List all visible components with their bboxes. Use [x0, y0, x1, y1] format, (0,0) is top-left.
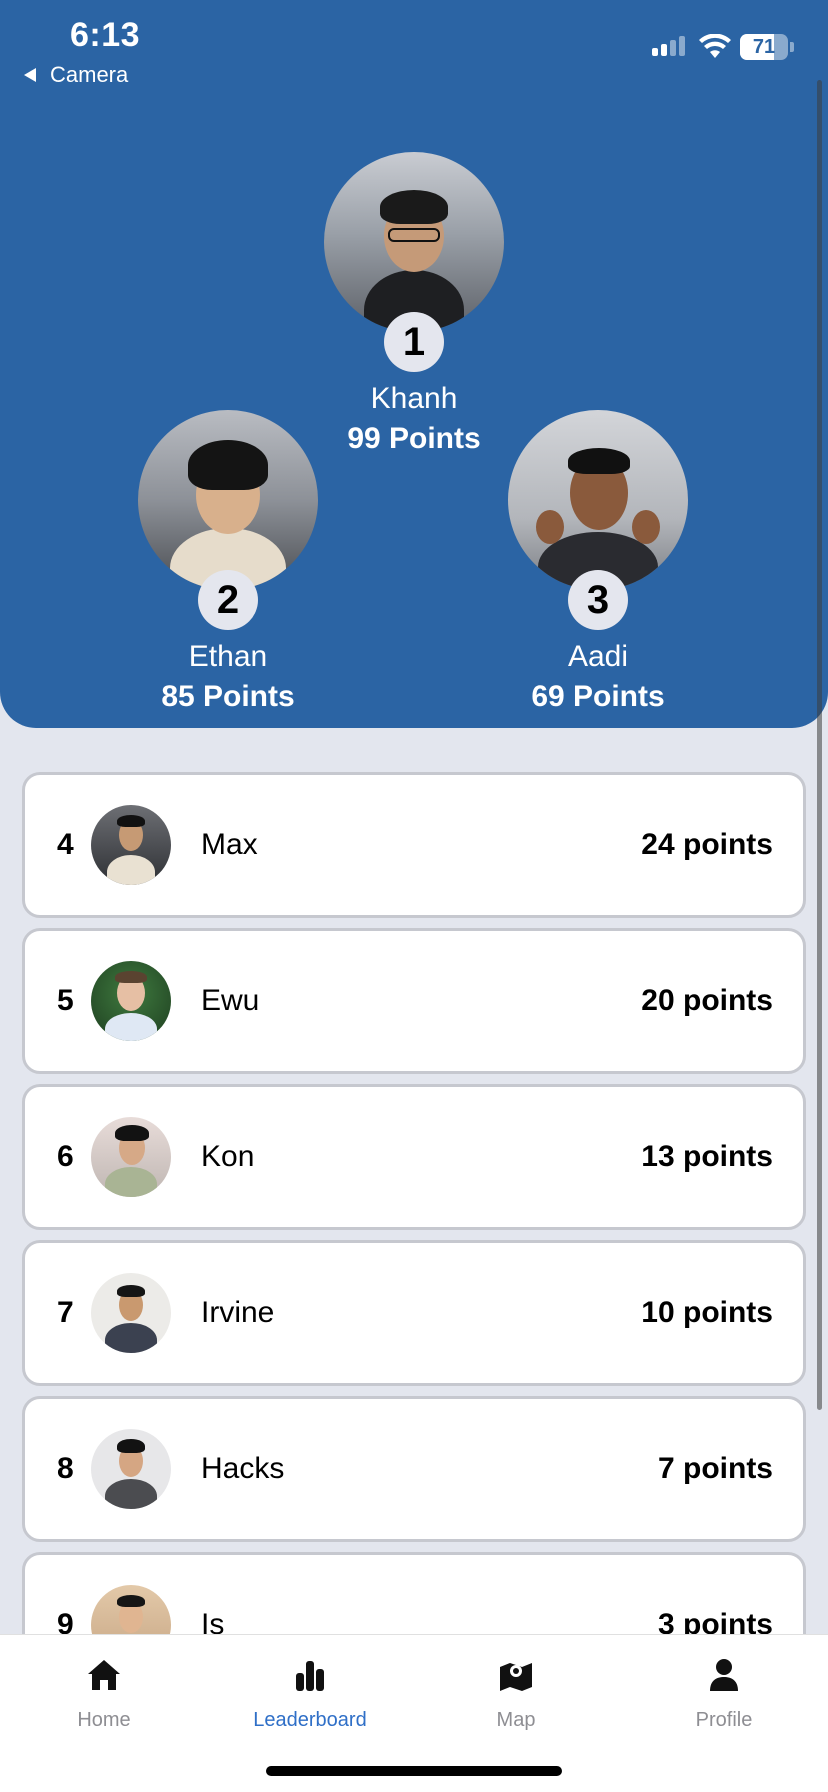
tab-label: Leaderboard: [253, 1709, 367, 1731]
cellular-signal-icon: [652, 36, 685, 56]
person-icon: [710, 1659, 738, 1691]
row-rank: 5: [57, 984, 74, 1017]
podium-first[interactable]: 1 Khanh 99 Points: [324, 152, 504, 456]
tab-profile[interactable]: Profile: [644, 1655, 804, 1732]
home-indicator: [266, 1766, 562, 1776]
status-bar: 6:13 Camera 71: [0, 0, 828, 96]
tab-home[interactable]: Home: [24, 1655, 184, 1732]
leaderboard-row[interactable]: 7 Irvine 10 points: [22, 1240, 806, 1386]
row-rank: 4: [57, 828, 74, 861]
leaderboard-row[interactable]: 6 Kon 13 points: [22, 1084, 806, 1230]
row-rank: 7: [57, 1296, 74, 1329]
leaderboard-row[interactable]: 8 Hacks 7 points: [22, 1396, 806, 1542]
row-points: 20 points: [641, 984, 773, 1017]
row-name: Kon: [201, 1140, 255, 1173]
row-rank: 8: [57, 1452, 74, 1485]
podium-name: Aadi: [567, 640, 629, 673]
podium-name: Khanh: [370, 382, 458, 415]
tab-label: Map: [496, 1709, 536, 1731]
avatar: [138, 410, 318, 590]
avatar: [91, 1429, 171, 1509]
rank-badge: 3: [568, 570, 628, 630]
leaderboard-row[interactable]: 4 Max 24 points: [22, 772, 806, 918]
tab-label: Home: [77, 1709, 131, 1731]
home-icon: [88, 1660, 120, 1690]
leaderboard-row[interactable]: 5 Ewu 20 points: [22, 928, 806, 1074]
avatar: [508, 410, 688, 590]
podium-points: 85 Points: [161, 680, 295, 713]
podium-points: 99 Points: [347, 422, 481, 455]
battery-level: 71: [752, 36, 776, 58]
scrollbar[interactable]: [817, 80, 822, 1410]
avatar: [91, 961, 171, 1041]
wifi-icon: [699, 34, 731, 58]
row-points: 10 points: [641, 1296, 773, 1329]
row-name: Ewu: [201, 984, 260, 1017]
row-points: 7 points: [657, 1452, 773, 1485]
battery-icon: 71: [740, 34, 788, 60]
rank-badge: 2: [198, 570, 258, 630]
bar-chart-icon: [296, 1661, 324, 1691]
rank-badge: 1: [384, 312, 444, 372]
podium-third[interactable]: 3 Aadi 69 Points: [508, 410, 688, 714]
back-arrow-icon: [24, 68, 36, 82]
row-name: Hacks: [201, 1452, 285, 1485]
row-points: 24 points: [641, 828, 773, 861]
tab-leaderboard[interactable]: Leaderboard: [230, 1655, 390, 1732]
back-to-camera-link[interactable]: Camera: [24, 62, 128, 88]
status-time: 6:13: [70, 16, 141, 54]
avatar: [324, 152, 504, 332]
row-points: 13 points: [641, 1140, 773, 1173]
avatar: [91, 1273, 171, 1353]
row-rank: 6: [57, 1140, 74, 1173]
row-name: Irvine: [201, 1296, 275, 1329]
podium-name: Ethan: [188, 640, 268, 673]
podium-second[interactable]: 2 Ethan 85 Points: [138, 410, 318, 714]
podium-points: 69 Points: [531, 680, 665, 713]
podium-header: 6:13 Camera 71 1 Khanh 99 Points 2 Ethan…: [0, 0, 828, 728]
avatar: [91, 1117, 171, 1197]
row-name: Max: [201, 828, 258, 861]
tab-label: Profile: [695, 1709, 753, 1731]
back-app-label: Camera: [50, 62, 129, 87]
tab-map[interactable]: Map: [436, 1655, 596, 1732]
battery-cap-icon: [790, 42, 794, 52]
map-icon: [500, 1663, 532, 1691]
avatar: [91, 805, 171, 885]
